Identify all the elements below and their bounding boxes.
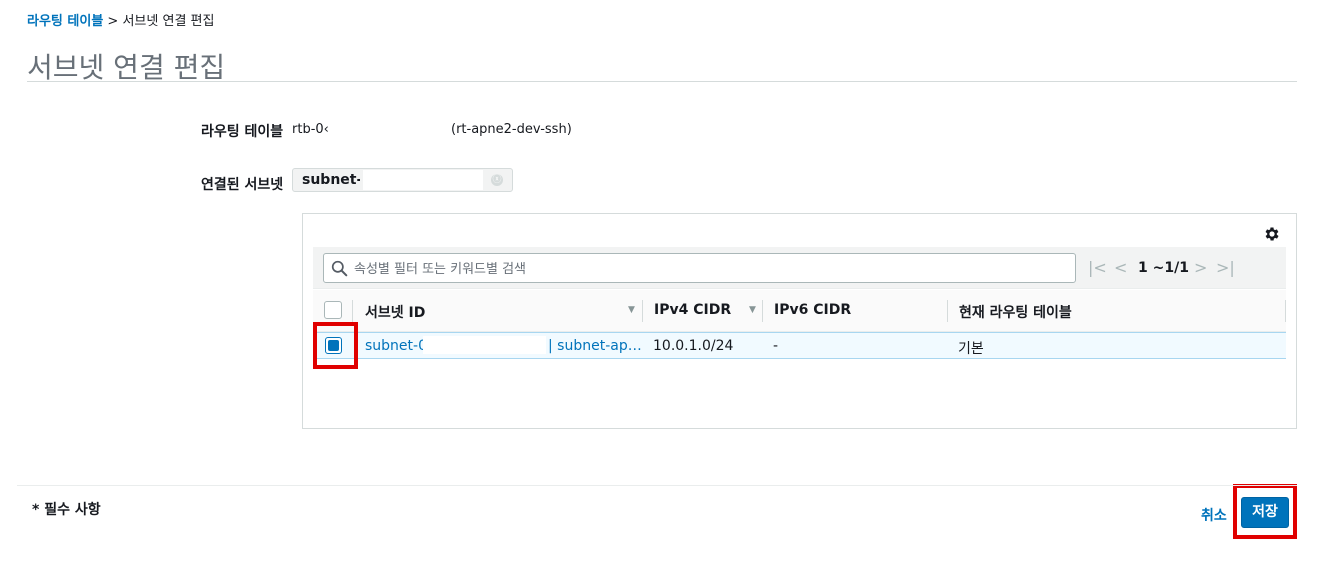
save-button[interactable]: 저장 [1241, 497, 1289, 528]
gear-icon[interactable] [1263, 225, 1281, 243]
breadcrumb: 라우팅 테이블 > 서브넷 연결 편집 [27, 10, 214, 29]
route-table-id: rtb-0‹ [292, 122, 329, 137]
next-page-icon[interactable]: > [1194, 258, 1207, 277]
filter-search-box[interactable] [323, 253, 1076, 283]
column-divider [642, 300, 643, 322]
search-icon [331, 260, 348, 277]
breadcrumb-current: 서브넷 연결 편집 [122, 14, 215, 29]
sort-caret-icon[interactable]: ▼ [628, 305, 635, 315]
column-header-ipv4-cidr[interactable]: IPv4 CIDR [654, 302, 731, 318]
selected-subnet-token: subnet-0‹ ⓧ [292, 168, 513, 192]
column-divider [762, 300, 763, 322]
redaction-mask [363, 170, 483, 190]
cancel-button[interactable]: 취소 [1201, 505, 1227, 525]
column-divider [352, 300, 353, 322]
ipv6-cidr-cell: - [773, 338, 779, 354]
associated-subnets-label: 연결된 서브넷 [201, 177, 284, 193]
subnet-name-link[interactable]: | subnet-ap… [548, 338, 642, 354]
ipv4-cidr-cell: 10.0.1.0/24 [653, 338, 734, 354]
sort-caret-icon[interactable]: ▼ [749, 305, 756, 315]
checkbox-highlight-box [313, 322, 358, 369]
last-page-icon[interactable]: >| [1216, 258, 1235, 277]
column-header-subnet-id[interactable]: 서브넷 ID [365, 302, 425, 322]
route-table-name: (rt-apne2-dev-ssh) [451, 122, 572, 137]
current-route-table-cell: 기본 [958, 341, 984, 357]
title-divider [27, 81, 1297, 82]
column-header-current-route-table[interactable]: 현재 라우팅 테이블 [959, 302, 1072, 322]
search-input[interactable] [354, 259, 1054, 279]
required-note: * 필수 사항 [32, 502, 101, 518]
prev-page-icon[interactable]: < [1114, 258, 1127, 277]
page-indicator: 1 ~1/1 [1138, 260, 1189, 276]
redaction-mask [423, 336, 546, 354]
breadcrumb-link-route-tables[interactable]: 라우팅 테이블 [27, 14, 103, 29]
selected-subnet-token-label: subnet-0‹ [302, 172, 360, 188]
column-divider [1285, 300, 1286, 322]
select-all-checkbox[interactable] [324, 301, 342, 319]
footer-divider [17, 485, 1297, 486]
breadcrumb-separator: > [103, 14, 123, 29]
page-title: 서브넷 연결 편집 [27, 51, 226, 84]
token-remove-icon[interactable]: ⓧ [491, 174, 503, 186]
column-divider [947, 300, 948, 322]
route-table-label: 라우팅 테이블 [201, 124, 284, 140]
first-page-icon[interactable]: |< [1088, 258, 1107, 277]
column-header-ipv6-cidr[interactable]: IPv6 CIDR [774, 302, 851, 318]
